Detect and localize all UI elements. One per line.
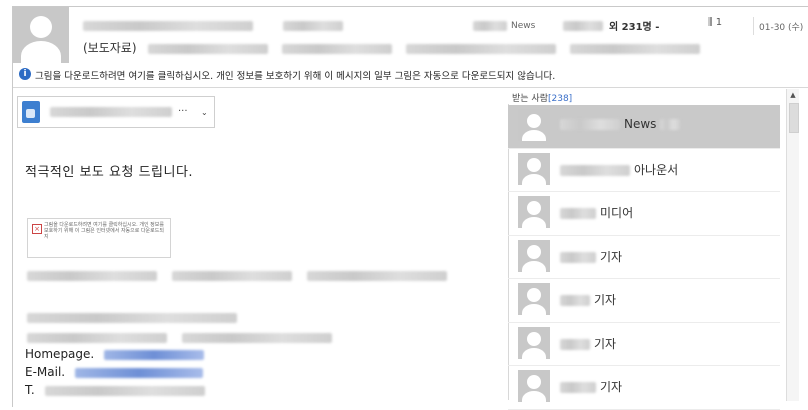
phone-redacted bbox=[44, 385, 205, 396]
email-label: E-Mail. bbox=[25, 365, 66, 379]
homepage-label: Homepage. bbox=[25, 347, 95, 361]
divider bbox=[753, 17, 754, 35]
redacted-line bbox=[27, 307, 247, 323]
scroll-up-icon[interactable]: ▲ bbox=[787, 89, 799, 101]
recipients-title: 받는 사람 bbox=[512, 94, 548, 104]
recipients-header: 받는 사람[238] bbox=[512, 91, 572, 104]
recipient-avatar bbox=[518, 283, 550, 315]
recipient-name: 기자 bbox=[560, 291, 616, 308]
signature-phone: T. bbox=[25, 383, 205, 397]
recipient-name: 기자 bbox=[560, 248, 622, 265]
email-link[interactable] bbox=[74, 367, 203, 378]
recipient-item[interactable]: 미디어 bbox=[508, 192, 780, 236]
email-greeting: 적극적인 보도 요청 드립니다. bbox=[25, 165, 194, 180]
recipient-name: 기자 bbox=[560, 378, 622, 395]
sender-name-redacted bbox=[83, 21, 253, 31]
redacted-text bbox=[473, 21, 507, 31]
sender-email-redacted bbox=[283, 21, 343, 31]
recipients-list: News 아나운서 미디어 기자 기자 기자 기자 bbox=[508, 105, 780, 410]
download-pictures-infobar[interactable]: i 그림을 다운로드하려면 여기를 클릭하십시오. 개인 정보를 보호하기 위해… bbox=[13, 65, 808, 85]
blocked-image-text: 그림을 다운로드하려면 여기를 클릭하십시오. 개인 정보를 보호하기 위해 이… bbox=[44, 222, 164, 241]
recipient-name: 아나운서 bbox=[560, 161, 678, 178]
recipient-item[interactable]: News bbox=[508, 105, 780, 149]
redacted-text bbox=[563, 21, 603, 31]
sender-card-redacted bbox=[50, 107, 172, 117]
subject-prefix: (보도자료) bbox=[83, 41, 137, 55]
document-icon bbox=[22, 101, 40, 123]
subject-redacted bbox=[406, 43, 557, 54]
recipient-name: 기자 bbox=[560, 335, 616, 352]
redacted-line bbox=[27, 327, 347, 343]
recipient-item[interactable]: 기자 bbox=[508, 236, 780, 279]
paperclip-icon: ⫼ bbox=[708, 17, 713, 28]
recipients-count: [238] bbox=[547, 94, 573, 104]
ellipsis: ... bbox=[178, 103, 188, 114]
subject-redacted bbox=[569, 43, 700, 54]
chevron-down-icon: ⌄ bbox=[201, 108, 208, 117]
scroll-thumb[interactable] bbox=[789, 103, 799, 133]
recipient-name: News bbox=[560, 117, 684, 131]
sender-news-label: News bbox=[511, 21, 536, 31]
recipient-avatar bbox=[518, 152, 550, 185]
recipient-avatar bbox=[518, 326, 550, 359]
infobar-text: 그림을 다운로드하려면 여기를 클릭하십시오. 개인 정보를 보호하기 위해 이… bbox=[35, 71, 556, 82]
redacted-line bbox=[27, 265, 457, 281]
recipient-item[interactable]: 기자 bbox=[508, 279, 780, 323]
blocked-image-placeholder[interactable]: × 그림을 다운로드하려면 여기를 클릭하십시오. 개인 정보를 보호하기 위해… bbox=[27, 218, 171, 258]
info-icon: i bbox=[19, 68, 31, 80]
recipient-avatar bbox=[518, 370, 550, 402]
recipient-item[interactable]: 기자 bbox=[508, 366, 780, 410]
recipient-name: 미디어 bbox=[560, 204, 633, 221]
homepage-link[interactable] bbox=[104, 349, 205, 360]
phone-label: T. bbox=[25, 383, 35, 397]
recipient-avatar bbox=[518, 239, 550, 272]
signature-email: E-Mail. bbox=[25, 365, 203, 379]
recipient-avatar bbox=[518, 109, 550, 141]
recipient-item[interactable]: 아나운서 bbox=[508, 149, 780, 192]
attachment-indicator[interactable]: ⫼ 1 bbox=[708, 17, 722, 28]
recipient-item[interactable]: 기자 bbox=[508, 323, 780, 366]
signature-homepage: Homepage. bbox=[25, 347, 205, 361]
attachment-count: 1 bbox=[715, 17, 723, 28]
email-date: 01-30 (수) bbox=[759, 23, 804, 33]
recipients-scrollbar[interactable]: ▲ bbox=[786, 89, 799, 401]
subject-redacted bbox=[148, 43, 269, 54]
sender-avatar bbox=[13, 7, 69, 63]
sender-card-dropdown[interactable]: ... ⌄ bbox=[17, 96, 215, 128]
email-subject: (보도자료) bbox=[83, 39, 700, 56]
subject-redacted bbox=[282, 43, 393, 54]
recipients-count-dropdown[interactable]: 외 231명 - bbox=[609, 18, 659, 33]
recipient-avatar bbox=[518, 196, 550, 228]
broken-image-icon: × bbox=[32, 224, 42, 234]
sender-name-row bbox=[83, 19, 803, 33]
recipients-panel: 받는 사람[238] News 아나운서 미디어 기자 기자 기자 기자 bbox=[508, 88, 796, 410]
